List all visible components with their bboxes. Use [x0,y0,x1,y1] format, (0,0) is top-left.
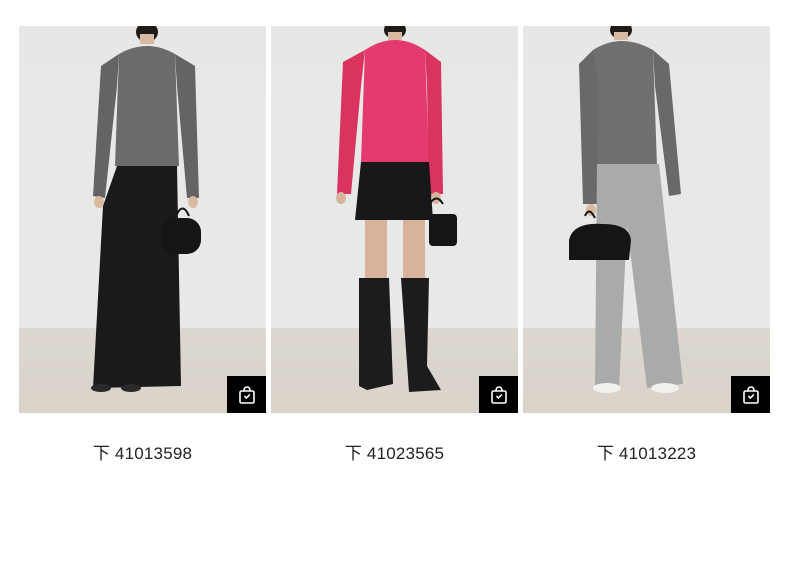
product-code[interactable]: 下 41013223 [597,439,696,464]
product-photo[interactable] [523,26,770,413]
shopping-bag-icon [490,385,507,404]
add-to-bag-button[interactable] [479,376,518,413]
model-photo [91,26,201,392]
product-photo[interactable] [19,26,266,413]
product-card[interactable]: 下 41013598 [19,26,266,464]
shopping-bag-icon [238,385,255,404]
model-photo [336,26,457,392]
product-code[interactable]: 下 41013598 [93,439,192,464]
model-photo [569,26,683,393]
product-grid: 下 41013598 下 41023565 下 41013223 [19,26,771,464]
product-photo[interactable] [271,26,518,413]
product-card[interactable]: 下 41023565 [271,26,518,464]
shopping-bag-icon [742,385,759,404]
add-to-bag-button[interactable] [227,376,266,413]
product-code[interactable]: 下 41023565 [345,439,444,464]
add-to-bag-button[interactable] [731,376,770,413]
product-card[interactable]: 下 41013223 [523,26,770,464]
